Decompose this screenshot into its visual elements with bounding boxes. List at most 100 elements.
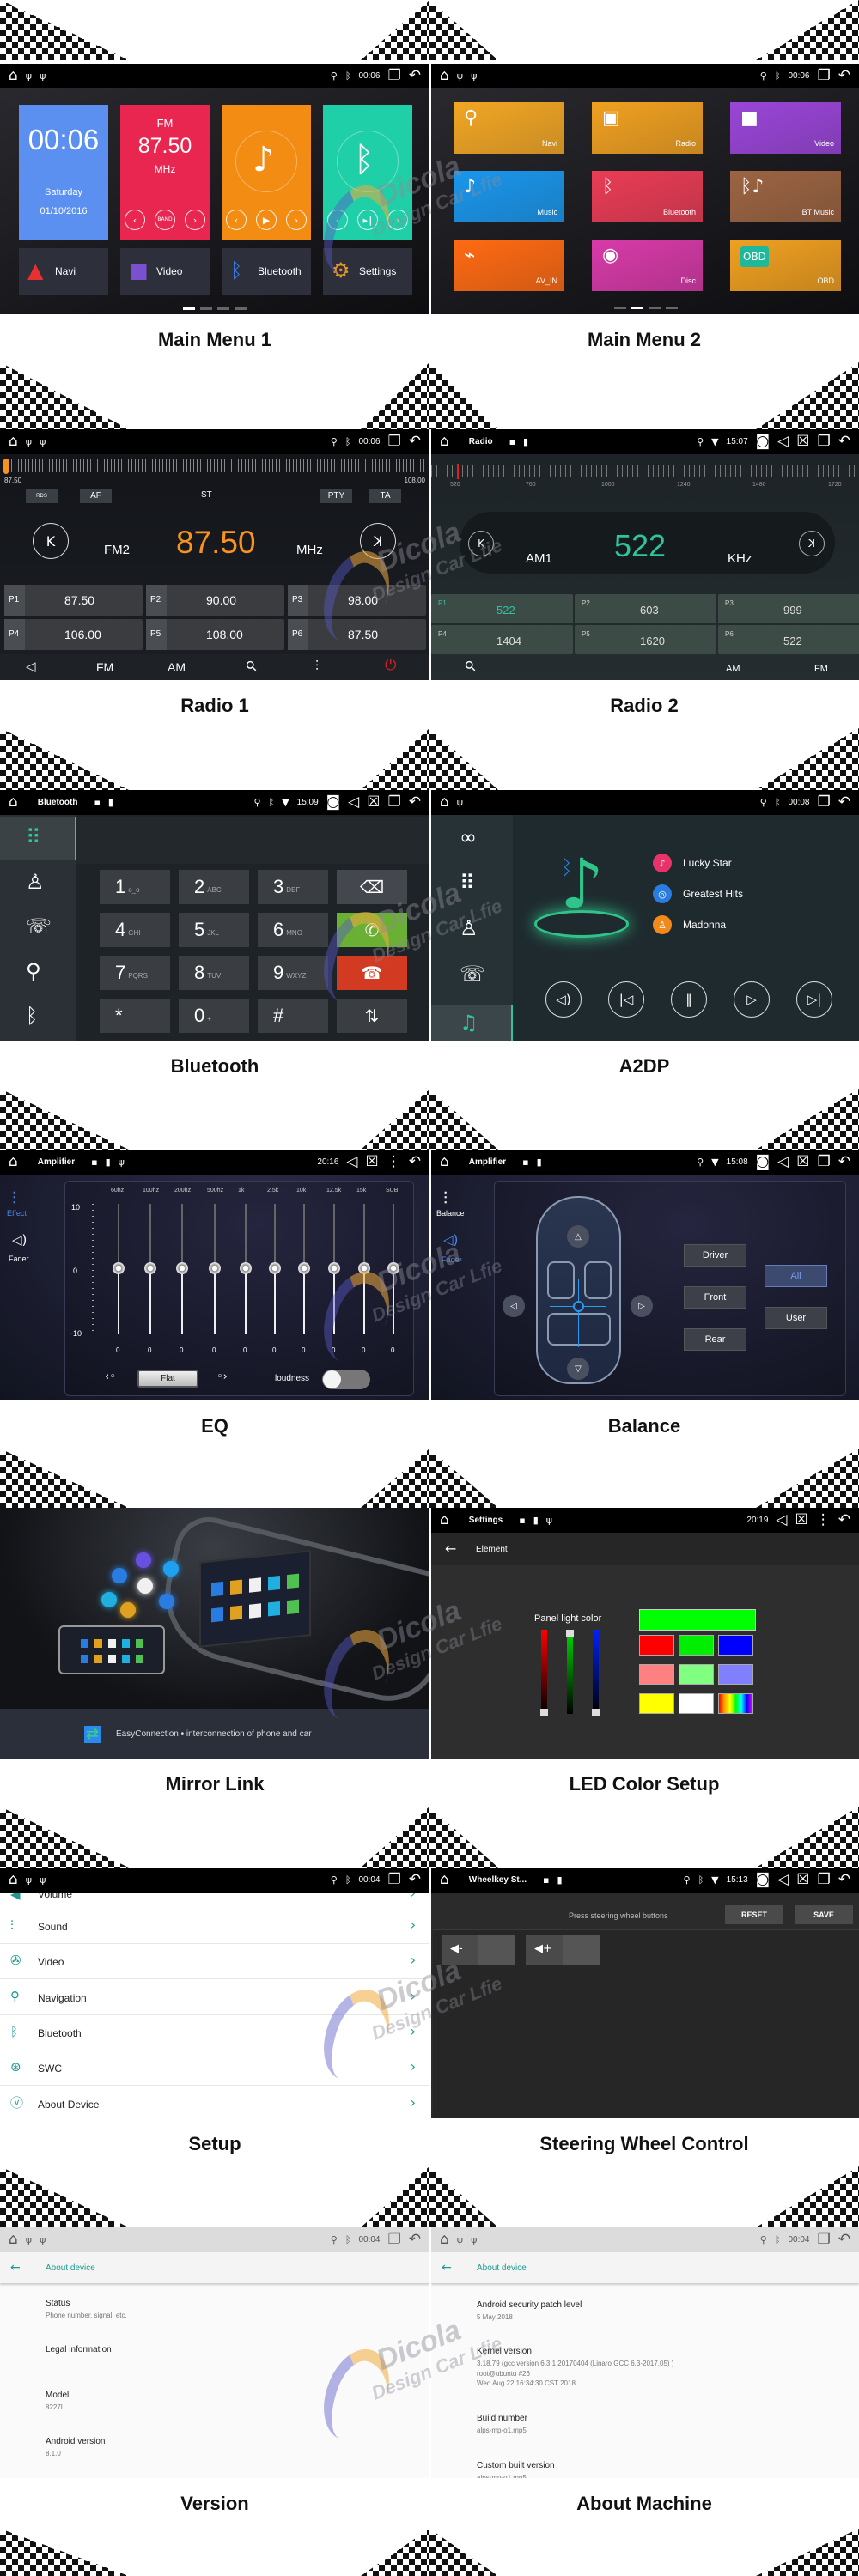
balance-icon[interactable]: ⫶	[443, 1189, 448, 1206]
close-app-icon[interactable]: ☒	[796, 1155, 809, 1170]
close-app-icon[interactable]: ☒	[795, 1513, 808, 1528]
sidebar-item-music[interactable]: ♫	[431, 1005, 513, 1041]
balance-left-button[interactable]: ◁	[503, 1295, 525, 1317]
preset-button[interactable]: P5 108.00	[146, 619, 284, 650]
fader-tab[interactable]: Fader	[9, 1255, 29, 1263]
shortcut-settings[interactable]: ⚙ Settings	[323, 248, 412, 295]
volume-icon[interactable]: ◁	[777, 1873, 789, 1887]
back-icon[interactable]: ↶	[838, 1513, 850, 1528]
recents-icon[interactable]: ❐	[388, 69, 401, 83]
eq-slider-knob[interactable]	[269, 1262, 281, 1274]
preset-button[interactable]: P4 1404	[431, 625, 573, 654]
preset-button[interactable]: P2 90.00	[146, 585, 284, 616]
color-swatch[interactable]	[639, 1635, 674, 1656]
about-item[interactable]: Kernel version 3.18.79 (gcc version 6.3.1…	[431, 2348, 859, 2399]
settings-item-navigation[interactable]: ⚲ Navigation ›	[0, 1979, 430, 2015]
swap-audio-button[interactable]: ⇅	[337, 999, 407, 1033]
eq-slider-knob[interactable]	[209, 1262, 221, 1274]
song-title[interactable]: Lucky Star	[683, 858, 732, 868]
home-icon[interactable]: ⌂	[9, 69, 18, 83]
back-icon[interactable]: ↶	[838, 795, 850, 810]
color-swatch[interactable]	[639, 1664, 674, 1685]
about-item[interactable]: Custom built version alps-mp-o1.mp5	[431, 2462, 859, 2479]
key-*[interactable]: *	[100, 999, 170, 1033]
song-title[interactable]: Greatest Hits	[683, 889, 743, 899]
volume-icon[interactable]: ◁	[346, 1155, 357, 1170]
preset-button[interactable]: P3 98.00	[288, 585, 426, 616]
reset-button[interactable]: RESET	[725, 1905, 783, 1924]
frequency-scale[interactable]	[4, 459, 425, 472]
pty-button[interactable]: PTY	[320, 489, 352, 503]
home-icon[interactable]: ⌂	[9, 1155, 18, 1170]
camera-icon[interactable]: ◙	[756, 434, 771, 449]
eq-slider-knob[interactable]	[358, 1262, 370, 1274]
sidebar-item-dialpad[interactable]: ⠿	[431, 862, 513, 905]
color-swatch[interactable]	[639, 1693, 674, 1714]
af-button[interactable]: AF	[80, 489, 112, 503]
frequency-marker[interactable]	[457, 464, 459, 479]
fm-button[interactable]: FM	[814, 665, 828, 674]
back-arrow-icon[interactable]: ←	[445, 1542, 456, 1556]
equalizer-icon[interactable]: ⫶	[315, 659, 319, 673]
recents-icon[interactable]: ❐	[818, 434, 831, 449]
home-icon[interactable]: ⌂	[9, 2233, 18, 2247]
sidebar-item-contacts[interactable]: ♙	[431, 908, 513, 951]
recents-icon[interactable]: ❐	[818, 795, 831, 810]
key-6[interactable]: 6 MNO	[258, 913, 328, 947]
key-4[interactable]: 4 GHI	[100, 913, 170, 947]
home-icon[interactable]: ⌂	[9, 434, 18, 449]
fader-icon[interactable]: ◁)	[443, 1234, 458, 1247]
sidebar-item-dialpad[interactable]: ⠿	[0, 817, 76, 860]
close-app-icon[interactable]: ☒	[367, 795, 380, 810]
music-next-button[interactable]: ›	[286, 210, 307, 230]
preset-button[interactable]: Flat	[137, 1370, 198, 1388]
balance-point[interactable]	[573, 1301, 584, 1312]
recents-icon[interactable]: ❐	[388, 2233, 401, 2247]
eq-slider-knob[interactable]	[387, 1262, 399, 1274]
shortcut-navi[interactable]: ▲ Navi	[19, 248, 108, 295]
close-app-icon[interactable]: ☒	[796, 1873, 809, 1887]
seek-forward-button[interactable]: K	[360, 523, 396, 559]
key-1[interactable]: 1 o_o	[100, 870, 170, 904]
home-icon[interactable]: ⌂	[9, 795, 18, 810]
settings-item-swc[interactable]: ⊛ SWC ›	[0, 2050, 430, 2087]
volume-up-key-button[interactable]: ◀+	[526, 1935, 600, 1965]
page-dot[interactable]	[649, 307, 661, 309]
eq-slider-knob[interactable]	[240, 1262, 252, 1274]
color-slider-b[interactable]	[593, 1630, 599, 1714]
color-swatch[interactable]	[718, 1664, 753, 1685]
volume-icon[interactable]: ◁	[777, 434, 789, 449]
preset-button[interactable]: P3 999	[718, 594, 859, 623]
balance-right-button[interactable]: ▷	[631, 1295, 653, 1317]
volume-icon[interactable]: ◁	[348, 795, 359, 810]
bt-play-pause-button[interactable]: ▸‖	[357, 210, 378, 230]
app-video[interactable]: ■ Video	[730, 102, 841, 154]
settings-item-bluetooth[interactable]: ᛒ Bluetooth ›	[0, 2014, 430, 2050]
search-icon[interactable]: ⚲	[461, 657, 480, 676]
color-swatch[interactable]	[679, 1635, 714, 1656]
back-icon[interactable]: ↶	[838, 434, 850, 449]
sidebar-item-call-log[interactable]: ☏	[0, 906, 76, 949]
rds-button[interactable]: RDS	[26, 489, 58, 503]
page-dot[interactable]	[614, 307, 626, 309]
balance-tab[interactable]: Balance	[436, 1210, 465, 1218]
recents-icon[interactable]: ❐	[388, 1873, 401, 1887]
eq-slider-knob[interactable]	[176, 1262, 188, 1274]
back-arrow-icon[interactable]: ←	[10, 2262, 21, 2274]
settings-item-sound[interactable]: ⫶ Sound ›	[0, 1909, 430, 1944]
volume-button[interactable]: ◁)	[545, 981, 582, 1018]
recents-icon[interactable]: ❐	[818, 69, 831, 83]
key-9[interactable]: 9 WXYZ	[258, 956, 328, 990]
loudness-toggle[interactable]	[322, 1370, 370, 1389]
play-button[interactable]: ▷	[734, 981, 770, 1018]
preset-button[interactable]: P1 522	[431, 594, 573, 623]
all-button[interactable]: All	[765, 1265, 827, 1287]
fm-button[interactable]: FM	[96, 661, 113, 673]
home-icon[interactable]: ⌂	[440, 69, 449, 83]
song-title[interactable]: Madonna	[683, 920, 726, 930]
camera-icon[interactable]: ◙	[756, 1873, 771, 1887]
recents-icon[interactable]: ❐	[388, 795, 401, 810]
page-dot[interactable]	[631, 307, 643, 309]
home-icon[interactable]: ⌂	[440, 1155, 449, 1170]
color-slider-g[interactable]	[567, 1630, 573, 1714]
